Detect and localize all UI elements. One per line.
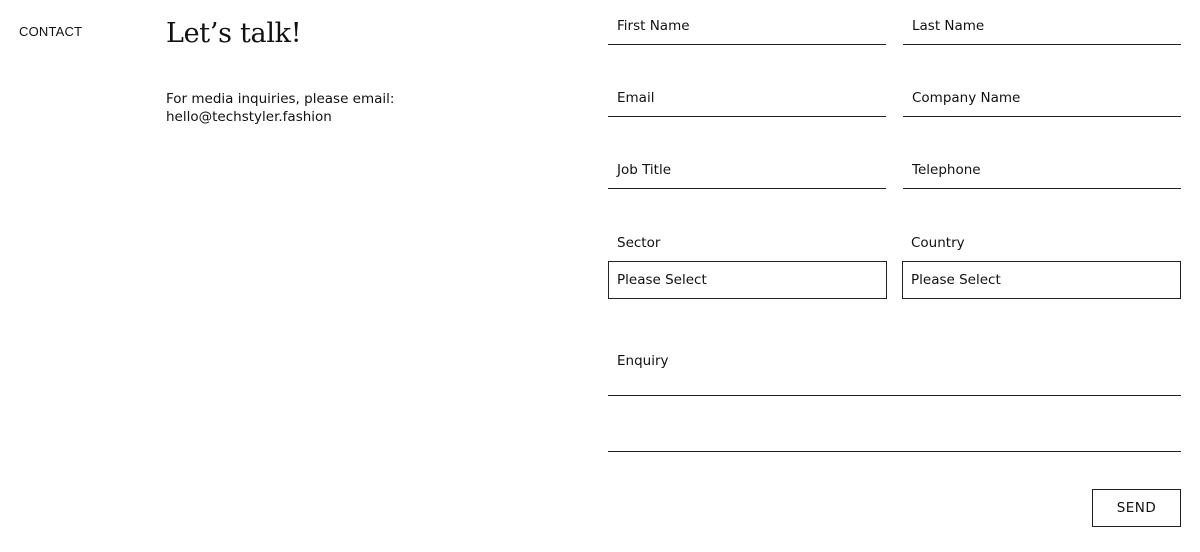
media-email-link[interactable]: hello@techstyler.fashion [166,108,486,126]
first-name-field[interactable]: First Name [608,17,886,45]
last-name-field[interactable]: Last Name [903,17,1181,45]
job-title-field[interactable]: Job Title [608,161,886,189]
enquiry-field[interactable]: Enquiry [608,352,1181,396]
sector-label: Sector [617,235,661,251]
telephone-placeholder: Telephone [912,162,981,178]
country-label: Country [911,235,965,251]
media-inquiries-text: For media inquiries, please email: [166,91,395,107]
company-name-field[interactable]: Company Name [903,89,1181,117]
send-button[interactable]: SEND [1092,489,1181,527]
page-title: Let’s talk! [166,18,302,49]
country-select-value: Please Select [911,272,1001,288]
email-placeholder: Email [617,90,655,106]
section-label: CONTACT [19,24,83,39]
telephone-field[interactable]: Telephone [903,161,1181,189]
enquiry-placeholder: Enquiry [617,353,669,369]
sector-select-value: Please Select [617,272,707,288]
country-select[interactable]: Please Select [902,261,1181,299]
last-name-placeholder: Last Name [912,18,985,34]
sector-select[interactable]: Please Select [608,261,887,299]
company-name-placeholder: Company Name [912,90,1021,106]
media-inquiries: For media inquiries, please email: hello… [166,90,486,126]
email-field[interactable]: Email [608,89,886,117]
enquiry-textarea[interactable] [608,395,1181,452]
job-title-placeholder: Job Title [617,162,672,178]
first-name-placeholder: First Name [617,18,690,34]
